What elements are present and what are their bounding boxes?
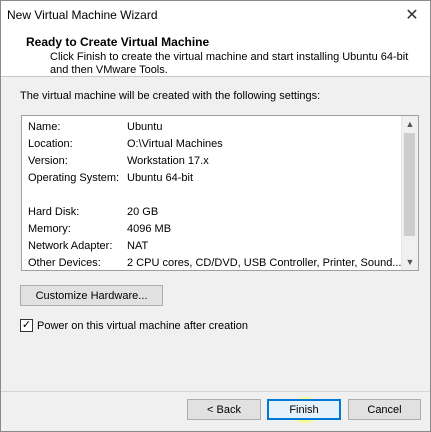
setting-key: Location: [28, 138, 73, 150]
setting-key: Other Devices: [28, 257, 101, 269]
settings-rows: Name: Ubuntu Location: O:\Virtual Machin… [22, 116, 401, 270]
setting-value: Ubuntu 64-bit [127, 172, 194, 184]
scrollbar-thumb[interactable] [404, 133, 415, 236]
footer-divider [1, 391, 430, 392]
customize-hardware-button[interactable]: Customize Hardware... [20, 285, 163, 306]
wizard-header: Ready to Create Virtual Machine Click Fi… [1, 29, 430, 77]
close-icon[interactable]: ✕ [394, 1, 430, 29]
setting-value: Workstation 17.x [127, 155, 209, 167]
setting-value: 4096 MB [127, 223, 172, 235]
setting-value: O:\Virtual Machines [127, 138, 223, 150]
setting-row-location: Location: O:\Virtual Machines [28, 138, 398, 153]
page-description: Click Finish to create the virtual machi… [50, 51, 409, 76]
power-on-option[interactable]: ✓ Power on this virtual machine after cr… [20, 319, 248, 332]
setting-key: Network Adapter: [28, 240, 113, 252]
setting-key: Version: [28, 155, 68, 167]
page-title: Ready to Create Virtual Machine [26, 35, 210, 49]
setting-key: Operating System: [28, 172, 120, 184]
settings-intro-text: The virtual machine will be created with… [20, 90, 321, 102]
setting-key: Hard Disk: [28, 206, 80, 218]
setting-row-name: Name: Ubuntu [28, 121, 398, 136]
setting-value: 20 GB [127, 206, 159, 218]
back-button[interactable]: < Back [187, 399, 261, 420]
cancel-button[interactable]: Cancel [348, 399, 421, 420]
setting-value: NAT [127, 240, 149, 252]
power-on-label[interactable]: Power on this virtual machine after crea… [37, 320, 248, 332]
finish-button[interactable]: Finish [267, 399, 341, 420]
setting-key: Name: [28, 121, 61, 133]
window-title: New Virtual Machine Wizard [7, 8, 158, 22]
setting-row-network-adapter: Network Adapter: NAT [28, 240, 398, 255]
setting-row-hard-disk: Hard Disk: 20 GB [28, 206, 398, 221]
scroll-down-icon[interactable]: ▼ [402, 254, 418, 270]
scroll-up-icon[interactable]: ▲ [402, 116, 418, 132]
setting-row-operating-system: Operating System: Ubuntu 64-bit [28, 172, 398, 187]
wizard-window: New Virtual Machine Wizard ✕ Ready to Cr… [0, 0, 431, 432]
settings-summary-list[interactable]: Name: Ubuntu Location: O:\Virtual Machin… [21, 115, 419, 271]
title-bar: New Virtual Machine Wizard ✕ [1, 1, 430, 29]
vertical-scrollbar[interactable]: ▲ ▼ [401, 116, 418, 270]
setting-row-memory: Memory: 4096 MB [28, 223, 398, 238]
setting-value: 2 CPU cores, CD/DVD, USB Controller, Pri… [127, 257, 401, 269]
setting-key: Memory: [28, 223, 71, 235]
setting-value: Ubuntu [127, 121, 163, 133]
power-on-checkbox[interactable]: ✓ [20, 319, 33, 332]
setting-row-version: Version: Workstation 17.x [28, 155, 398, 170]
setting-row-other-devices: Other Devices: 2 CPU cores, CD/DVD, USB … [28, 257, 401, 270]
